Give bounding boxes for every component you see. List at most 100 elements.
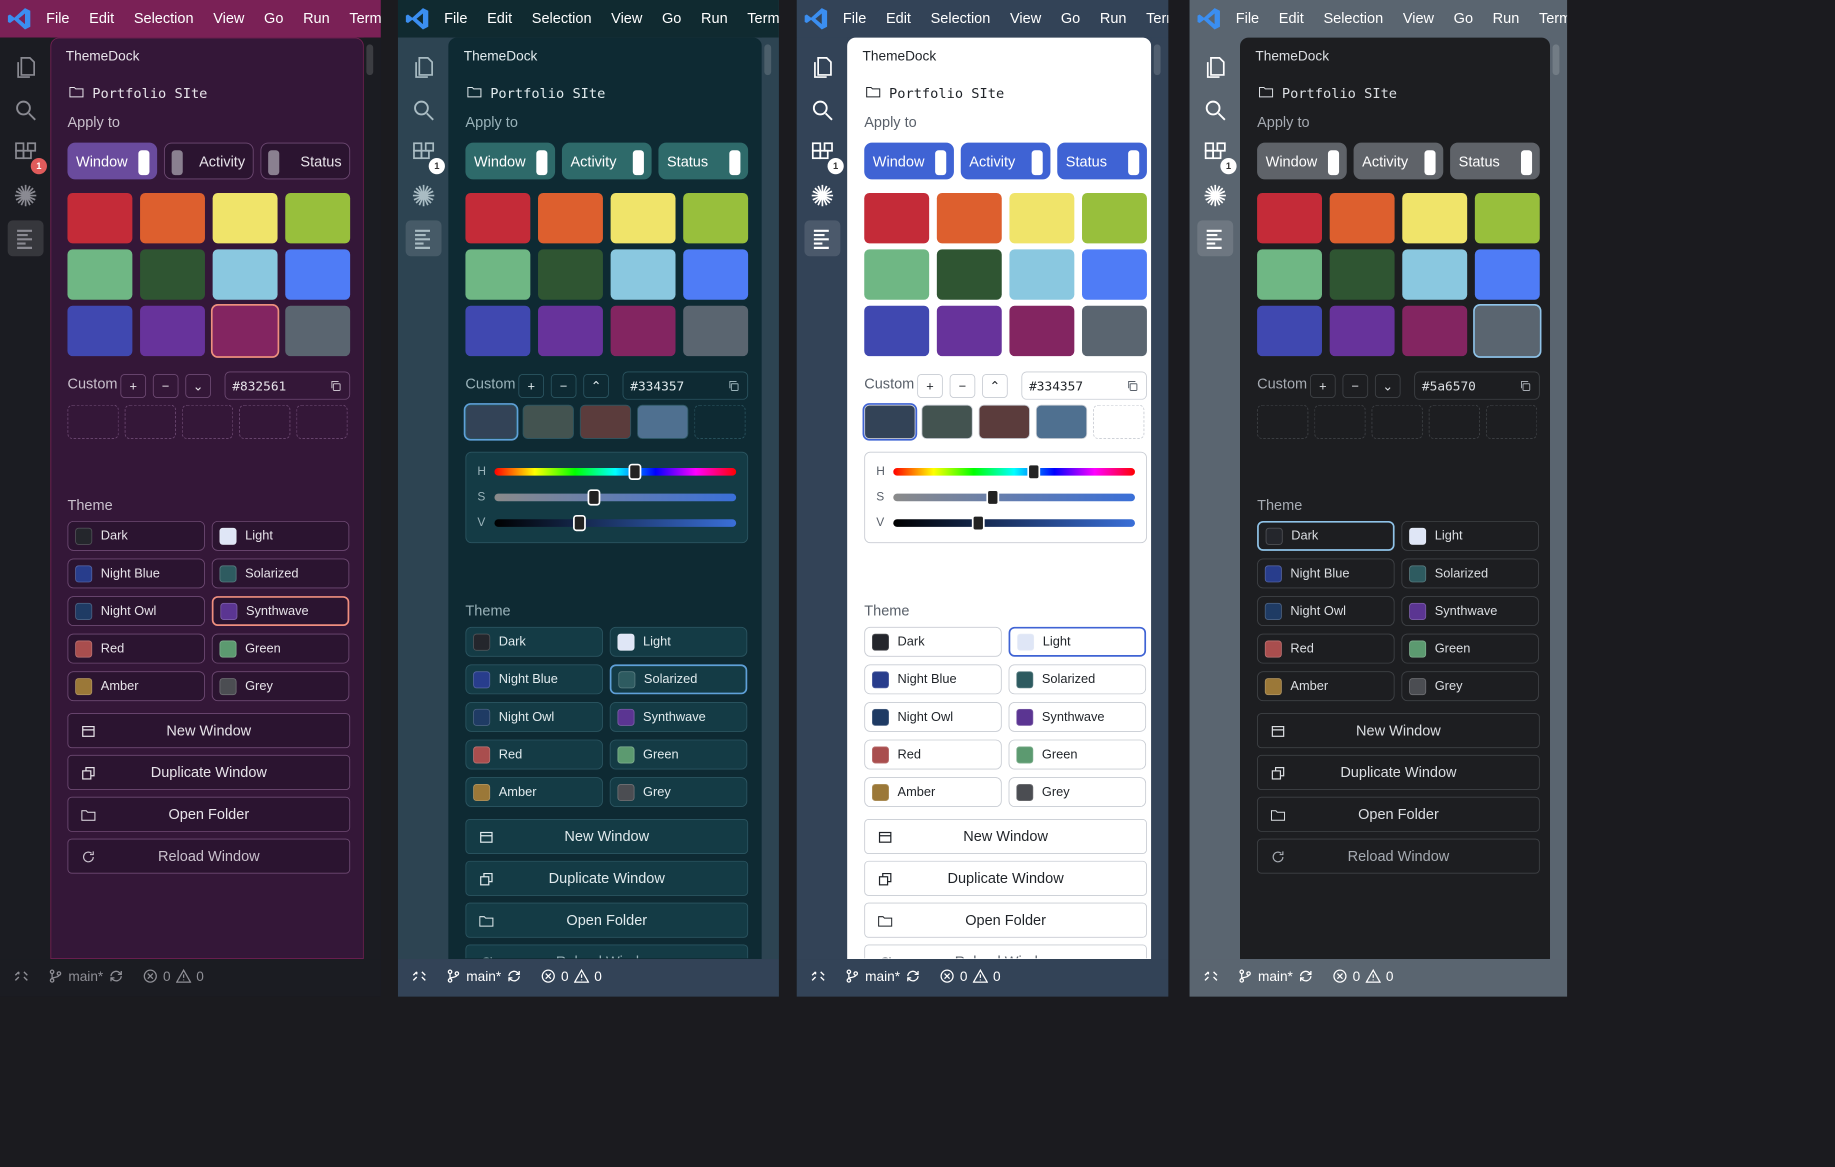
sync-icon[interactable] <box>1298 968 1313 988</box>
reload-window-button[interactable]: Reload Window <box>864 944 1147 959</box>
menu-file[interactable]: File <box>444 10 467 27</box>
spark-icon[interactable] <box>1197 178 1233 214</box>
menu-edit[interactable]: Edit <box>487 10 512 27</box>
add-custom-button[interactable]: + <box>1310 374 1336 398</box>
search-icon[interactable] <box>1197 92 1233 128</box>
swatch-2[interactable] <box>1402 193 1468 244</box>
swatch-0[interactable] <box>465 193 531 244</box>
spark-icon[interactable] <box>804 178 840 214</box>
swatch-11[interactable] <box>285 305 351 357</box>
theme-dark[interactable]: Dark <box>864 626 1002 657</box>
explorer-icon[interactable] <box>8 50 44 86</box>
error-count[interactable]: 0 <box>960 970 968 985</box>
theme-light[interactable]: Light <box>1008 626 1147 657</box>
swatch-4[interactable] <box>1257 249 1322 300</box>
theme-night-owl[interactable]: Night Owl <box>465 701 603 732</box>
theme-grey[interactable]: Grey <box>609 777 748 808</box>
add-custom-button[interactable]: + <box>917 374 943 398</box>
warning-icon[interactable] <box>1365 968 1382 988</box>
theme-night-owl[interactable]: Night Owl <box>864 701 1002 732</box>
explorer-icon[interactable] <box>1197 50 1233 86</box>
extensions-icon[interactable]: 1 <box>406 135 445 175</box>
explorer-icon[interactable] <box>406 50 442 86</box>
swatch-11[interactable] <box>1082 305 1147 357</box>
swatch-5[interactable] <box>1329 249 1395 300</box>
swatch-10[interactable] <box>1402 305 1468 357</box>
theme-light[interactable]: Light <box>1401 520 1539 551</box>
warning-count[interactable]: 0 <box>1386 970 1394 985</box>
error-icon[interactable] <box>143 968 158 988</box>
open-folder-button[interactable]: Open Folder <box>1257 796 1540 832</box>
branch-name[interactable]: main* <box>68 970 103 985</box>
error-count[interactable]: 0 <box>163 970 171 985</box>
error-icon[interactable] <box>541 968 556 988</box>
menu-view[interactable]: View <box>611 10 642 27</box>
theme-synthwave[interactable]: Synthwave <box>609 701 748 732</box>
open-folder-button[interactable]: Open Folder <box>67 796 351 832</box>
custom-slot-2[interactable] <box>579 404 632 439</box>
menu-view[interactable]: View <box>1403 10 1434 27</box>
remove-custom-button[interactable]: − <box>949 374 976 398</box>
hsv-thumb[interactable] <box>1027 463 1041 480</box>
scrollbar-thumb[interactable] <box>1153 44 1161 76</box>
swatch-10[interactable] <box>1009 305 1075 357</box>
toggle-status[interactable]: Status <box>1450 142 1540 180</box>
branch-name[interactable]: main* <box>1258 970 1293 985</box>
hsv-slider-s[interactable] <box>494 489 737 506</box>
theme-solarized[interactable]: Solarized <box>1401 558 1539 589</box>
swatch-6[interactable] <box>1009 249 1075 300</box>
swatch-11[interactable] <box>683 305 749 357</box>
custom-slot-1[interactable] <box>124 404 176 439</box>
hsv-slider-v[interactable] <box>494 514 737 532</box>
reload-window-button[interactable]: Reload Window <box>465 944 749 959</box>
theme-solarized[interactable]: Solarized <box>1008 664 1147 695</box>
reload-window-button[interactable]: Reload Window <box>1257 838 1540 874</box>
swatch-1[interactable] <box>140 193 205 244</box>
error-icon[interactable] <box>1332 968 1347 988</box>
scrollbar-thumb[interactable] <box>366 44 374 76</box>
extensions-icon[interactable]: 1 <box>804 135 844 175</box>
duplicate-window-button[interactable]: Duplicate Window <box>1257 754 1540 790</box>
swatch-4[interactable] <box>67 249 133 300</box>
swatch-8[interactable] <box>864 305 930 357</box>
custom-slot-0[interactable] <box>463 403 519 441</box>
custom-slot-0[interactable] <box>67 404 119 439</box>
custom-slot-3[interactable] <box>637 404 689 439</box>
sync-icon[interactable] <box>108 968 123 988</box>
menu-go[interactable]: Go <box>1454 10 1473 27</box>
new-window-button[interactable]: New Window <box>1257 713 1540 749</box>
swatch-0[interactable] <box>1257 193 1322 244</box>
hex-input[interactable]: #832561 <box>224 371 351 400</box>
swatch-9[interactable] <box>140 305 205 357</box>
swatch-2[interactable] <box>610 193 676 244</box>
theme-night-blue[interactable]: Night Blue <box>67 558 205 589</box>
swatch-9[interactable] <box>1329 305 1395 357</box>
swatch-8[interactable] <box>465 305 531 357</box>
swatch-4[interactable] <box>465 249 531 300</box>
custom-slot-3[interactable] <box>1428 404 1480 439</box>
menu-go[interactable]: Go <box>264 10 283 27</box>
menu-file[interactable]: File <box>46 10 69 27</box>
menu-selection[interactable]: Selection <box>532 10 592 27</box>
theme-night-blue[interactable]: Night Blue <box>864 664 1002 695</box>
theme-amber[interactable]: Amber <box>465 777 603 808</box>
toggle-activity[interactable]: Activity <box>561 142 652 180</box>
error-icon[interactable] <box>939 968 954 988</box>
menu-file[interactable]: File <box>1236 10 1259 27</box>
theme-green[interactable]: Green <box>1401 633 1539 664</box>
toggle-window[interactable]: Window <box>864 142 954 180</box>
spark-icon[interactable] <box>8 178 44 214</box>
theme-synthwave[interactable]: Synthwave <box>1401 596 1539 626</box>
hsv-slider-v[interactable] <box>893 514 1135 532</box>
theme-solarized[interactable]: Solarized <box>609 664 748 695</box>
theme-grey[interactable]: Grey <box>211 671 350 702</box>
custom-slot-2[interactable] <box>978 404 1030 439</box>
toggle-status[interactable]: Status <box>1057 142 1147 180</box>
branch-icon[interactable] <box>845 968 860 988</box>
reload-window-button[interactable]: Reload Window <box>67 838 351 874</box>
remote-icon[interactable] <box>1203 968 1218 988</box>
remove-custom-button[interactable]: − <box>550 374 577 398</box>
branch-name[interactable]: main* <box>865 970 900 985</box>
warning-count[interactable]: 0 <box>594 970 602 985</box>
branch-name[interactable]: main* <box>466 970 501 985</box>
